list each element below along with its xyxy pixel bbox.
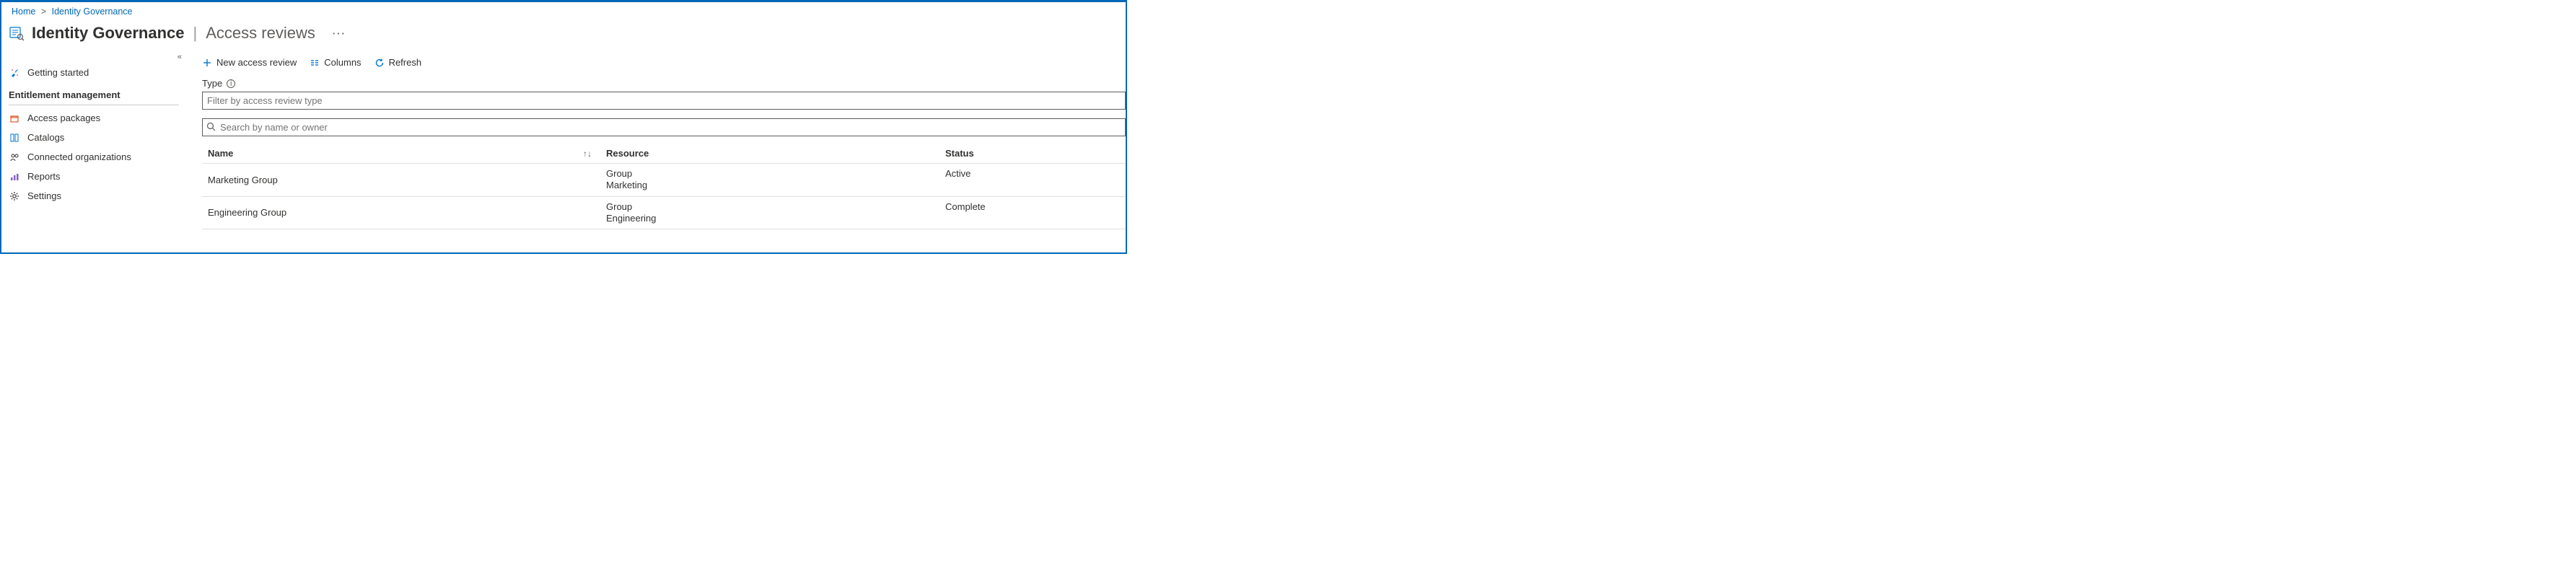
search-input[interactable] [202, 118, 1126, 136]
toolbar-label: New access review [216, 57, 297, 68]
catalog-icon [9, 133, 20, 143]
more-actions-button[interactable]: ··· [333, 28, 346, 39]
columns-button[interactable]: Columns [310, 57, 361, 68]
sort-icon[interactable]: ↑↓ [583, 149, 592, 159]
sidebar-item-label: Connected organizations [27, 151, 131, 162]
sidebar-item-label: Catalogs [27, 132, 64, 143]
sidebar-item-access-packages[interactable]: Access packages [1, 108, 186, 128]
sidebar-section-entitlement: Entitlement management [1, 82, 186, 103]
type-filter-label-row: Type i [202, 78, 1126, 89]
sidebar-item-reports[interactable]: Reports [1, 167, 186, 186]
cell-resource: Group Marketing [606, 168, 945, 192]
table-row[interactable]: Marketing Group Group Marketing Active [202, 164, 1126, 197]
gear-icon [9, 191, 20, 201]
sidebar-item-label: Settings [27, 190, 61, 201]
cell-name: Marketing Group [202, 168, 606, 192]
breadcrumb: Home > Identity Governance [1, 2, 1126, 18]
package-icon [9, 113, 20, 123]
type-filter-input[interactable] [202, 92, 1126, 110]
plus-icon [202, 58, 212, 68]
cell-resource: Group Engineering [606, 201, 945, 225]
column-header-status[interactable]: Status [945, 148, 1126, 159]
refresh-button[interactable]: Refresh [374, 57, 422, 68]
sidebar: « Getting started Entitlement management… [1, 50, 186, 254]
breadcrumb-separator: > [41, 6, 46, 17]
sidebar-item-connected-organizations[interactable]: Connected organizations [1, 147, 186, 167]
page-title: Identity Governance [32, 24, 185, 43]
cell-status: Complete [945, 201, 1126, 225]
toolbar-label: Refresh [389, 57, 422, 68]
refresh-icon [374, 58, 385, 68]
type-label: Type [202, 78, 222, 89]
breadcrumb-current[interactable]: Identity Governance [52, 6, 133, 17]
sidebar-item-getting-started[interactable]: Getting started [1, 63, 186, 82]
info-icon[interactable]: i [227, 79, 235, 88]
sidebar-item-label: Getting started [27, 67, 89, 78]
sidebar-item-settings[interactable]: Settings [1, 186, 186, 206]
column-header-resource[interactable]: Resource [606, 148, 945, 159]
columns-icon [310, 58, 320, 68]
people-icon [9, 152, 20, 162]
column-header-name[interactable]: Name ↑↓ [202, 148, 606, 159]
cell-name: Engineering Group [202, 201, 606, 225]
sidebar-item-catalogs[interactable]: Catalogs [1, 128, 186, 147]
toolbar: New access review Columns Refresh [202, 54, 1126, 78]
new-access-review-button[interactable]: New access review [202, 57, 297, 68]
reports-icon [9, 172, 20, 182]
search-icon [206, 122, 216, 133]
cell-status: Active [945, 168, 1126, 192]
sidebar-item-label: Reports [27, 171, 61, 182]
page-subtitle: Access reviews [206, 24, 315, 43]
table-row[interactable]: Engineering Group Group Engineering Comp… [202, 197, 1126, 230]
page-header: Identity Governance | Access reviews ··· [1, 18, 1126, 50]
main-content: New access review Columns Refresh Type i [186, 50, 1126, 254]
title-divider: | [193, 24, 198, 43]
collapse-sidebar-button[interactable]: « [178, 53, 182, 61]
table-header: Name ↑↓ Resource Status [202, 144, 1126, 164]
identity-governance-icon [9, 25, 25, 41]
breadcrumb-home[interactable]: Home [12, 6, 35, 17]
sidebar-item-label: Access packages [27, 113, 100, 123]
toolbar-label: Columns [324, 57, 361, 68]
rocket-icon [9, 68, 20, 78]
access-reviews-table: Name ↑↓ Resource Status Marketing Group … [202, 144, 1126, 229]
